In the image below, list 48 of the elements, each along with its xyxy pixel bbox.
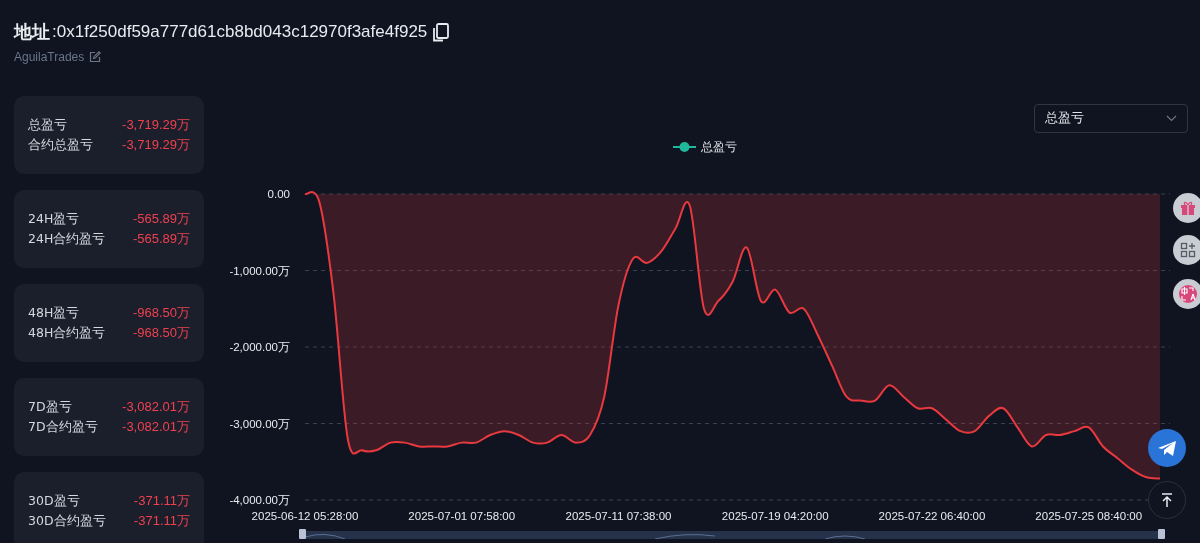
x-axis-label: 2025-07-11 07:38:00 — [565, 510, 672, 522]
apps-icon[interactable] — [1173, 235, 1200, 265]
x-axis-label: 2025-06-12 05:28:00 — [251, 510, 359, 522]
stat-value: -565.89万 — [132, 210, 190, 228]
stat-label: 48H盈亏 — [28, 304, 80, 322]
stat-label: 30D盈亏 — [28, 492, 80, 510]
stat-label: 总盈亏 — [28, 116, 67, 134]
y-axis-label: -1,000.00万 — [229, 264, 290, 277]
back-to-top-button[interactable] — [1148, 481, 1186, 519]
y-axis-label: -3,000.00万 — [229, 417, 290, 430]
translate-icon[interactable] — [1173, 279, 1200, 309]
stat-value: -3,082.01万 — [122, 398, 190, 416]
copy-icon[interactable] — [433, 22, 450, 42]
stat-value: -565.89万 — [132, 230, 190, 248]
metric-dropdown[interactable]: 总盈亏 — [1034, 104, 1188, 133]
stat-value: -3,719.29万 — [122, 116, 190, 134]
x-axis-label: 2025-07-19 04:20:00 — [721, 510, 829, 522]
stat-value: -968.50万 — [132, 304, 190, 322]
y-axis-label: 0.00 — [267, 188, 290, 200]
x-axis-label: 2025-07-01 07:58:00 — [408, 510, 516, 522]
arrow-up-icon — [1161, 493, 1173, 507]
paper-plane-icon — [1157, 439, 1177, 457]
stat-value: -3,719.29万 — [122, 136, 190, 154]
stat-label: 48H合约盈亏 — [28, 324, 106, 342]
legend-label[interactable]: 总盈亏 — [701, 140, 737, 154]
stat-value: -371.11万 — [133, 492, 190, 510]
legend-marker[interactable] — [672, 142, 697, 152]
telegram-button[interactable] — [1148, 429, 1186, 467]
stat-value: -3,082.01万 — [122, 418, 190, 436]
stat-label: 24H盈亏 — [28, 210, 80, 228]
stat-value: -371.11万 — [133, 512, 190, 530]
gift-icon[interactable] — [1173, 193, 1200, 223]
stat-label: 24H合约盈亏 — [28, 230, 106, 248]
x-axis-label: 2025-07-25 08:40:00 — [1035, 510, 1143, 522]
zoom-slider[interactable] — [299, 529, 1165, 539]
edit-icon[interactable] — [89, 51, 102, 63]
wallet-address: :0x1f250df59a777d61cb8bd043c12970f3afe4f925 — [52, 22, 428, 42]
stat-value: -968.50万 — [132, 324, 190, 342]
stat-label: 7D合约盈亏 — [28, 418, 98, 436]
stat-label: 合约总盈亏 — [28, 136, 93, 154]
chevron-down-icon — [1166, 115, 1177, 122]
address-label: 地址 — [14, 20, 50, 44]
stat-label: 7D盈亏 — [28, 398, 72, 416]
stat-label: 30D合约盈亏 — [28, 512, 106, 530]
wallet-nickname: AguilaTrades — [14, 50, 85, 64]
x-axis-label: 2025-07-22 06:40:00 — [878, 510, 986, 522]
y-axis-label: -4,000.00万 — [229, 494, 290, 506]
y-axis-label: -2,000.00万 — [229, 341, 290, 353]
